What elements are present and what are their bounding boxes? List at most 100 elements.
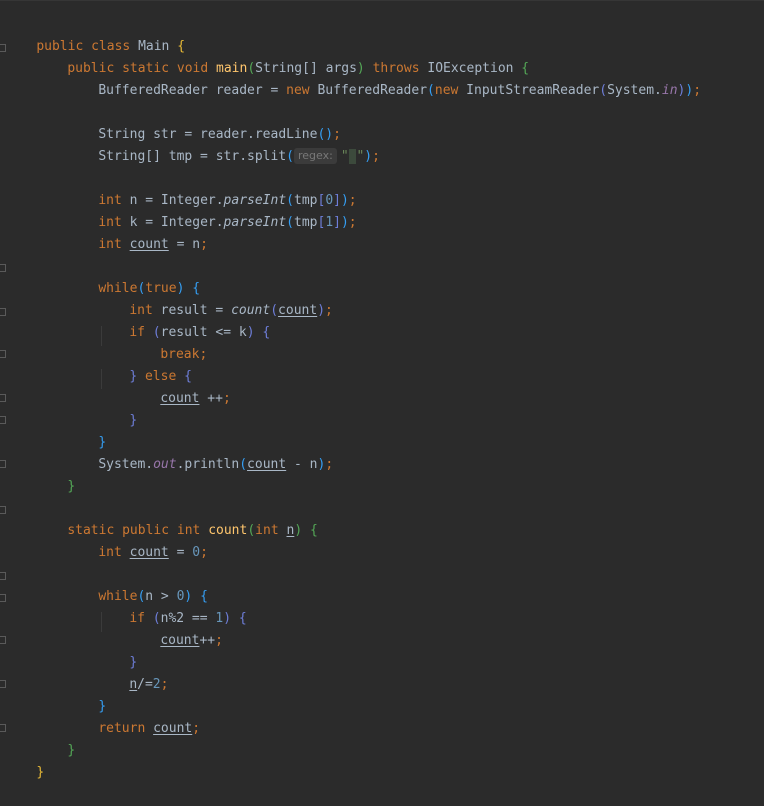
code-text: - n (286, 457, 318, 472)
semicolon: ; (160, 677, 169, 692)
fold-close-icon[interactable] (0, 680, 6, 688)
semicolon: ; (192, 721, 201, 736)
code-line[interactable]: static public int count(int n) { (36, 498, 317, 538)
semicolon: ; (200, 237, 208, 252)
fold-open-icon[interactable] (0, 264, 6, 272)
keyword: int (98, 545, 122, 560)
brace: { (254, 325, 271, 340)
code-line[interactable]: count++; (129, 608, 223, 648)
fold-open-icon[interactable] (0, 572, 6, 580)
brace: } (67, 479, 76, 494)
fold-open-icon[interactable] (0, 594, 6, 602)
code-line[interactable]: } (5, 740, 44, 780)
paren: ( (270, 303, 279, 318)
number: 1 (325, 215, 334, 230)
code-line[interactable]: BufferedReader reader = new BufferedRead… (67, 58, 701, 98)
fold-close-icon[interactable] (0, 724, 6, 732)
number: 0 (192, 545, 201, 560)
code-line[interactable]: String str = reader.readLine(); (67, 102, 341, 142)
paren: ( (427, 83, 435, 98)
code-line[interactable]: int count = 0; (67, 520, 208, 560)
fold-open-icon[interactable] (0, 506, 6, 514)
fold-close-icon[interactable] (0, 636, 6, 644)
code-line[interactable]: public static void main(String[] args) t… (36, 36, 529, 76)
paren: ( (286, 215, 294, 230)
semicolon: ; (325, 457, 334, 472)
code-text: InputStreamReader (458, 83, 600, 98)
keyword: int (98, 237, 122, 252)
paren: ( (286, 149, 294, 164)
keyword: new (434, 83, 459, 98)
code-line[interactable]: count ++; (129, 366, 230, 406)
code-line[interactable]: return count; (67, 696, 200, 736)
code-text: tmp (294, 215, 318, 230)
number: 2 (152, 677, 161, 692)
code-text: = n (168, 237, 201, 252)
method-call: parseInt (223, 215, 287, 230)
fold-close-icon[interactable] (0, 416, 6, 424)
code-line[interactable]: String[] tmp = str.split(regex: " "); (67, 124, 380, 164)
code-line[interactable]: break; (129, 322, 207, 362)
code-editor[interactable]: public class Main { public static void m… (0, 0, 764, 780)
paren: ) (317, 303, 326, 318)
code-text: = (168, 545, 193, 560)
code-line[interactable]: } else { (98, 344, 192, 384)
code-line[interactable]: int k = Integer.parseInt(tmp[1]); (67, 190, 356, 230)
fold-close-icon[interactable] (0, 460, 6, 468)
paren: ) (340, 215, 349, 230)
variable: count (129, 545, 169, 560)
code-line[interactable]: } (36, 454, 75, 494)
code-line[interactable]: } (36, 718, 75, 758)
code-text: String[] tmp = str.split (98, 149, 287, 164)
variable: count (153, 721, 193, 736)
bracket: ] (333, 215, 341, 230)
code-line[interactable]: n/=2; (98, 652, 168, 692)
fold-open-icon[interactable] (0, 308, 6, 316)
code-text: ++ (199, 391, 223, 406)
brace: } (67, 743, 76, 758)
code-line[interactable]: int n = Integer.parseInt(tmp[0]); (67, 168, 356, 208)
variable: count (129, 237, 169, 252)
code-text: BufferedReader (309, 83, 428, 98)
variable: count (278, 303, 318, 318)
code-line[interactable]: if (n%2 == 1) { (98, 586, 246, 626)
code-line[interactable]: } (67, 410, 106, 450)
brace: } (129, 413, 138, 428)
semicolon: ; (199, 347, 208, 362)
code-line[interactable]: int count = n; (67, 212, 208, 252)
code-line[interactable]: } (98, 388, 137, 428)
paren: ) (364, 149, 373, 164)
semicolon: ; (325, 303, 333, 318)
method-name: count (208, 523, 248, 538)
code-text: ++ (199, 633, 216, 648)
code-line[interactable]: } (98, 630, 137, 670)
semicolon: ; (222, 391, 231, 406)
code-line[interactable]: public class Main { (5, 14, 185, 54)
code-line[interactable]: while(true) { (67, 256, 200, 296)
semicolon: ; (215, 633, 223, 648)
keyword: new (286, 83, 310, 98)
variable: count (247, 457, 287, 472)
code-line[interactable]: int result = count(count); (98, 278, 333, 318)
code-text: System. (607, 83, 662, 98)
paren: ( (599, 83, 608, 98)
code-line[interactable]: while(n > 0) { (67, 564, 208, 604)
code-line[interactable]: if (result <= k) { (98, 300, 270, 340)
paren: ) (223, 611, 232, 626)
paren: ( (247, 523, 256, 538)
fold-close-icon[interactable] (0, 350, 6, 358)
paren: ) (685, 83, 694, 98)
code-text: BufferedReader reader = (98, 83, 287, 98)
variable: n (129, 677, 138, 692)
variable: count (160, 391, 200, 406)
brace: { (302, 523, 318, 538)
code-text: .println (176, 457, 240, 472)
code-text: /= (137, 677, 153, 692)
code-line[interactable]: System.out.println(count - n); (67, 432, 333, 472)
code-line[interactable]: } (67, 674, 106, 714)
semicolon: ; (348, 215, 357, 230)
fold-close-icon[interactable] (0, 394, 6, 402)
